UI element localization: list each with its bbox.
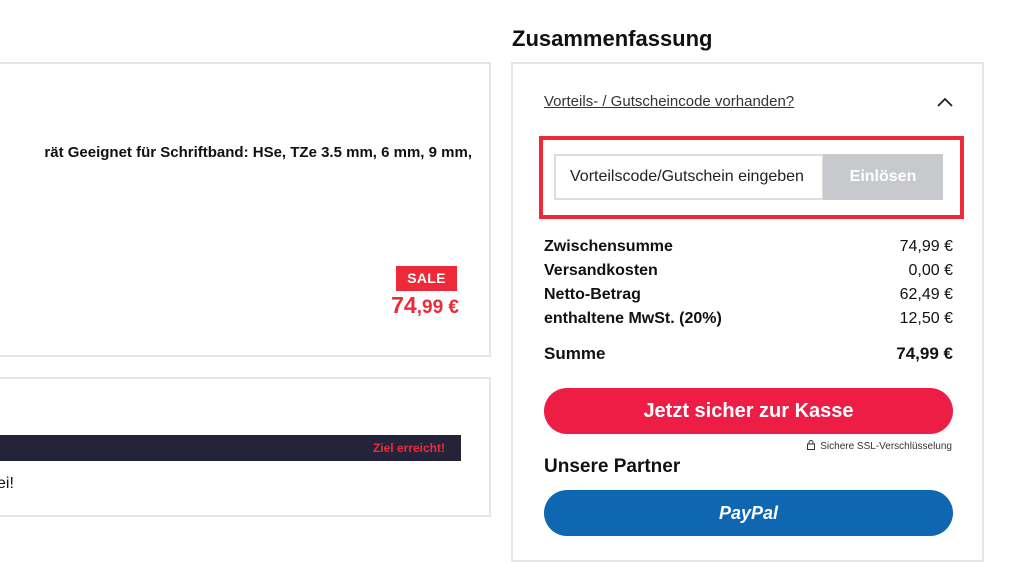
summary-row-label: enthaltene MwSt. (20%) [544, 310, 722, 327]
total-label: Summe [544, 344, 606, 363]
sale-price: 74,99 € [391, 292, 459, 319]
voucher-toggle-link[interactable]: Vorteils- / Gutscheincode vorhanden? [544, 93, 794, 110]
price-main: 74 [391, 292, 417, 318]
chevron-up-icon[interactable] [935, 95, 955, 109]
partners-title: Unsere Partner [544, 456, 681, 477]
ssl-text: Sichere SSL-Verschlüsselung [820, 441, 952, 452]
product-description-text: rät Geeignet für Schriftband: HSe, TZe 3… [44, 144, 472, 161]
summary-title: Zusammenfassung [512, 26, 713, 51]
summary-row-label: Netto-Betrag [544, 286, 641, 303]
summary-row-value: 12,50 € [899, 310, 953, 327]
summary-row-label: Versandkosten [544, 262, 658, 279]
goal-reached-label: Ziel erreicht! [372, 441, 445, 455]
ssl-notice: Sichere SSL-Verschlüsselung [807, 440, 952, 452]
total-value: 74,99 € [896, 344, 953, 363]
summary-row-label: Zwischensumme [544, 238, 673, 255]
summary-card: Vorteils- / Gutscheincode vorhanden? Ein… [511, 62, 984, 562]
goal-progress-bar: Ziel erreicht! [0, 435, 461, 461]
checkout-button[interactable]: Jetzt sicher zur Kasse [544, 388, 953, 434]
lock-icon [807, 440, 816, 450]
goal-text: ei! [0, 475, 14, 492]
price-decimal: ,99 € [416, 297, 459, 318]
redeem-button[interactable]: Einlösen [823, 154, 943, 200]
summary-row-value: 74,99 € [899, 238, 953, 255]
voucher-code-input[interactable] [554, 154, 824, 200]
product-card: rät Geeignet für Schriftband: HSe, TZe 3… [0, 62, 491, 357]
product-description: rät Geeignet für Schriftband: HSe, TZe 3… [2, 144, 472, 161]
paypal-button[interactable]: PayPal [544, 490, 953, 536]
sale-badge: SALE [396, 266, 457, 291]
goal-card: Ziel erreicht! ei! [0, 377, 491, 517]
summary-row-value: 62,49 € [899, 286, 953, 303]
summary-row-value: 0,00 € [908, 262, 953, 279]
